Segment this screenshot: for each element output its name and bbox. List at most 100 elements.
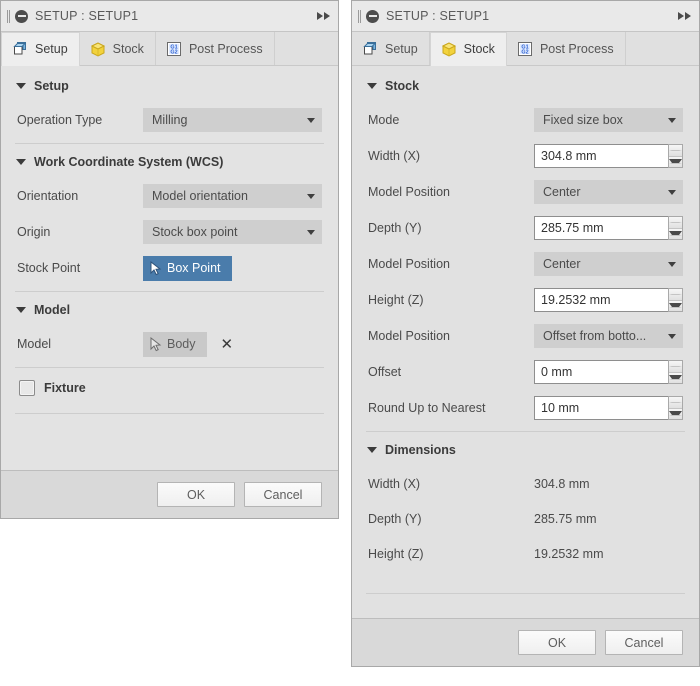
section-setup-title: Setup: [34, 79, 69, 93]
section-wcs-title: Work Coordinate System (WCS): [34, 155, 223, 169]
height-z-increment-button[interactable]: [669, 289, 682, 301]
orientation-select[interactable]: Model orientation: [143, 184, 322, 208]
tab-setup[interactable]: Setup: [1, 32, 80, 66]
row-stock-point: Stock Point Box Point: [1, 250, 338, 286]
round-up-increment-button[interactable]: [669, 397, 682, 409]
section-stock: Stock Mode Fixed size box Width (X): [352, 68, 699, 426]
height-z-input[interactable]: 19.2532 mm: [534, 288, 668, 312]
section-setup-header[interactable]: Setup: [1, 68, 338, 102]
mode-label: Mode: [368, 113, 534, 127]
clear-model-button[interactable]: ✕: [221, 337, 234, 352]
chevron-up-icon: [669, 294, 682, 295]
model-position-y-select[interactable]: Center: [534, 252, 683, 276]
chevron-down-icon: [668, 262, 676, 267]
offset-input[interactable]: 0 mm: [534, 360, 668, 384]
height-z-stepper[interactable]: 19.2532 mm: [534, 288, 683, 312]
row-operation-type: Operation Type Milling: [1, 102, 338, 138]
stock-point-label: Stock Point: [17, 261, 143, 275]
depth-y-label: Depth (Y): [368, 221, 534, 235]
chevron-up-icon: [669, 366, 682, 367]
operation-type-select[interactable]: Milling: [143, 108, 322, 132]
row-fixture[interactable]: Fixture: [1, 368, 338, 408]
stock-cube-icon: [89, 40, 107, 58]
width-x-input[interactable]: 304.8 mm: [534, 144, 668, 168]
drag-grip-icon[interactable]: [355, 9, 361, 23]
dimension-row: Depth (Y) 285.75 mm: [352, 501, 699, 536]
offset-stepper[interactable]: 0 mm: [534, 360, 683, 384]
mode-select[interactable]: Fixed size box: [534, 108, 683, 132]
height-z-decrement-button[interactable]: [669, 301, 682, 312]
dim-height-z-label: Height (Z): [368, 547, 534, 561]
screen: SETUP : SETUP1 Setup: [0, 0, 700, 686]
origin-select[interactable]: Stock box point: [143, 220, 322, 244]
chevron-down-icon: [668, 118, 676, 123]
model-position-y-value: Center: [543, 257, 668, 271]
section-divider: [366, 593, 685, 594]
minus-circle-icon[interactable]: [366, 10, 379, 23]
cursor-arrow-icon: [149, 337, 162, 352]
right-dialog-title: SETUP : SETUP1: [386, 9, 678, 23]
tab-setup-label: Setup: [385, 42, 418, 56]
section-stock-header[interactable]: Stock: [352, 68, 699, 102]
row-offset: Offset 0 mm: [352, 354, 699, 390]
cancel-button[interactable]: Cancel: [605, 630, 683, 655]
chevron-down-icon: [669, 411, 682, 416]
chevron-down-icon: [669, 375, 682, 380]
depth-y-stepper[interactable]: 285.75 mm: [534, 216, 683, 240]
tab-post-process[interactable]: G1 G2 Post Process: [507, 32, 626, 65]
model-select-button[interactable]: Body: [143, 332, 207, 357]
row-model-position-y: Model Position Center: [352, 246, 699, 282]
double-right-arrow-icon[interactable]: [317, 12, 332, 20]
width-x-stepper[interactable]: 304.8 mm: [534, 144, 683, 168]
dim-depth-y-value: 285.75 mm: [534, 512, 597, 526]
row-round-up-to-nearest: Round Up to Nearest 10 mm: [352, 390, 699, 426]
section-setup: Setup Operation Type Milling: [1, 68, 338, 138]
section-dimensions-title: Dimensions: [385, 443, 456, 457]
dimension-row: Height (Z) 19.2532 mm: [352, 536, 699, 571]
depth-y-increment-button[interactable]: [669, 217, 682, 229]
tab-post-process[interactable]: G1 G2 Post Process: [156, 32, 275, 65]
model-position-x-select[interactable]: Center: [534, 180, 683, 204]
round-up-input[interactable]: 10 mm: [534, 396, 668, 420]
model-position-x-value: Center: [543, 185, 668, 199]
depth-y-decrement-button[interactable]: [669, 229, 682, 240]
tab-stock-label: Stock: [464, 42, 495, 56]
right-footer: OK Cancel: [352, 618, 699, 666]
round-up-decrement-button[interactable]: [669, 409, 682, 420]
chevron-down-icon: [668, 334, 676, 339]
tab-setup[interactable]: Setup: [352, 32, 430, 65]
drag-grip-icon[interactable]: [4, 9, 10, 23]
row-depth-y: Depth (Y) 285.75 mm: [352, 210, 699, 246]
chevron-down-icon: [16, 83, 26, 89]
chevron-down-icon: [669, 159, 682, 164]
section-model-header[interactable]: Model: [1, 292, 338, 326]
tab-stock[interactable]: Stock: [430, 32, 507, 66]
tabstrip-filler: [626, 32, 699, 65]
cancel-button[interactable]: Cancel: [244, 482, 322, 507]
double-right-arrow-icon[interactable]: [678, 12, 693, 20]
section-wcs-header[interactable]: Work Coordinate System (WCS): [1, 144, 338, 178]
right-dialog-body: Stock Mode Fixed size box Width (X): [352, 66, 699, 618]
round-up-stepper[interactable]: 10 mm: [534, 396, 683, 420]
offset-decrement-button[interactable]: [669, 373, 682, 384]
model-position-z-select[interactable]: Offset from botto...: [534, 324, 683, 348]
section-model: Model Model Body ✕: [1, 292, 338, 362]
offset-label: Offset: [368, 365, 534, 379]
dimension-row: Width (X) 304.8 mm: [352, 466, 699, 501]
offset-increment-button[interactable]: [669, 361, 682, 373]
stock-point-select-button[interactable]: Box Point: [143, 256, 232, 281]
chevron-down-icon: [307, 118, 315, 123]
tab-stock[interactable]: Stock: [80, 32, 156, 65]
depth-y-input[interactable]: 285.75 mm: [534, 216, 668, 240]
ok-button[interactable]: OK: [518, 630, 596, 655]
row-height-z: Height (Z) 19.2532 mm: [352, 282, 699, 318]
setup-dialog-right: SETUP : SETUP1 Setup: [351, 0, 700, 667]
fixture-checkbox[interactable]: [19, 380, 35, 396]
chevron-up-icon: [669, 222, 682, 223]
height-z-label: Height (Z): [368, 293, 534, 307]
width-x-decrement-button[interactable]: [669, 157, 682, 168]
minus-circle-icon[interactable]: [15, 10, 28, 23]
section-dimensions-header[interactable]: Dimensions: [352, 432, 699, 466]
ok-button[interactable]: OK: [157, 482, 235, 507]
width-x-increment-button[interactable]: [669, 145, 682, 157]
